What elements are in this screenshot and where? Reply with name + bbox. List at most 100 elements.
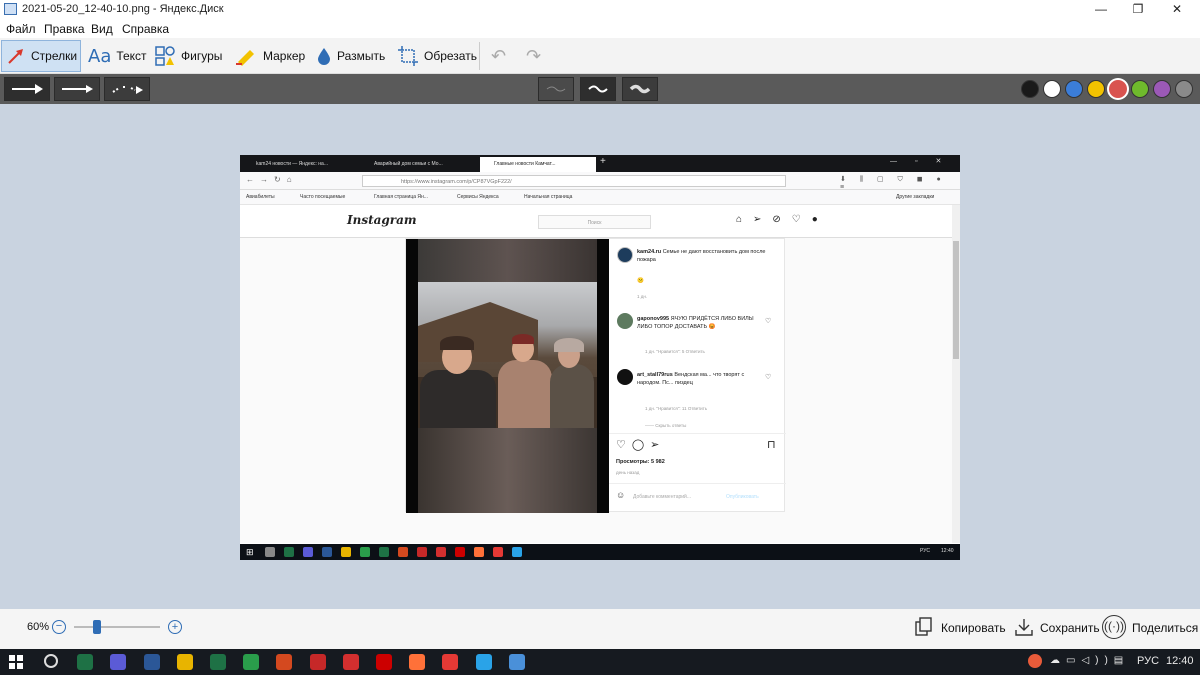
telegram-icon[interactable]: [475, 654, 492, 670]
copy-icon[interactable]: [914, 617, 934, 637]
post-comments: kam24.ru Семье не дают восстановить дом …: [609, 239, 786, 513]
thickness-thick[interactable]: [622, 77, 658, 101]
menu-view[interactable]: Вид: [91, 22, 113, 36]
start-button-icon[interactable]: [8, 654, 24, 670]
color-swatch[interactable]: [1087, 80, 1105, 98]
excel-icon[interactable]: [77, 654, 94, 670]
instagram-logo[interactable]: Instagram: [347, 213, 417, 227]
crop-icon: [398, 46, 418, 66]
url-input[interactable]: https://www.instagram.com/p/CP87VGpF222/: [362, 175, 786, 187]
emoji-icon[interactable]: ☺: [616, 490, 625, 500]
cs-icon[interactable]: [276, 654, 293, 670]
tool-text[interactable]: Aa Текст: [84, 40, 151, 72]
firefox-icon[interactable]: [409, 654, 426, 670]
window-title: 2021-05-20_12-40-10.png - Яндекс.Диск: [22, 3, 224, 15]
like-comment-icon[interactable]: ♡: [765, 317, 771, 325]
taskbar-app-icon: [360, 547, 370, 557]
yandex-icon[interactable]: [442, 654, 459, 670]
green-app-icon[interactable]: [243, 654, 260, 670]
new-tab-icon[interactable]: +: [600, 156, 606, 167]
instagram-nav-icons[interactable]: ⌂➢⊘♡●: [736, 214, 829, 225]
color-swatch[interactable]: [1153, 80, 1171, 98]
zoom-slider[interactable]: [74, 620, 160, 634]
zoom-in-icon[interactable]: +: [168, 620, 182, 634]
post-age: 1 дн.: [637, 294, 648, 299]
post-author[interactable]: kam24.ru: [637, 249, 661, 255]
menu-help[interactable]: Справка: [122, 22, 169, 36]
browser-tab[interactable]: kam24 новости — Яндекс: на...: [242, 157, 354, 172]
thickness-thin[interactable]: [538, 77, 574, 101]
opera-icon[interactable]: [342, 654, 359, 670]
zoom-out-icon[interactable]: −: [52, 620, 66, 634]
bookmarks-bar: Авиабилеты Часто посещаемые Главная стра…: [240, 190, 960, 205]
tray-app-icon[interactable]: [1028, 654, 1042, 668]
browser-window-controls[interactable]: —▫✕: [890, 157, 959, 165]
arrow-icon: [8, 49, 23, 64]
share-button[interactable]: Поделиться: [1132, 621, 1198, 635]
bookmark-item[interactable]: Сервисы Яндекса: [457, 194, 499, 200]
menu-edit[interactable]: Правка: [44, 22, 85, 36]
undo-icon[interactable]: ↶: [491, 46, 506, 67]
screenshot-image: kam24 новости — Яндекс: на... Аварийный …: [240, 155, 960, 560]
bookmark-item[interactable]: Часто посещаемые: [300, 194, 345, 200]
editor-toolbar: Стрелки Aa Текст Фигуры Маркер Размыть О…: [0, 38, 1200, 74]
taskbar-app-icon: [322, 547, 332, 557]
color-swatch[interactable]: [1043, 80, 1061, 98]
yandex-browser-icon[interactable]: [376, 654, 392, 670]
bookmark-item[interactable]: Авиабилеты: [246, 194, 275, 200]
tool-shapes[interactable]: Фигуры: [150, 40, 226, 72]
utorrent-icon[interactable]: [210, 654, 226, 670]
redo-icon[interactable]: ↷: [526, 46, 541, 67]
bookmark-other[interactable]: Другие закладки: [896, 194, 934, 200]
tray-clock[interactable]: 12:40: [1166, 655, 1194, 667]
avatar[interactable]: [617, 247, 633, 263]
bookmark-item[interactable]: Главная страница Ян...: [374, 194, 428, 200]
publish-button[interactable]: Опубликовать: [726, 494, 759, 500]
share-icon[interactable]: ((·)): [1102, 615, 1126, 639]
arrow-style-dotted[interactable]: [104, 77, 150, 101]
tool-blur[interactable]: Размыть: [312, 40, 389, 72]
comment-input[interactable]: Добавьте комментарий...: [633, 494, 691, 500]
menu-bar: Файл Правка Вид Справка: [0, 20, 1200, 38]
close-button[interactable]: ✕: [1154, 0, 1200, 20]
thickness-medium[interactable]: [580, 77, 616, 101]
color-swatch[interactable]: [1065, 80, 1083, 98]
post-action-icons[interactable]: ♡◯➢: [616, 438, 665, 451]
color-swatch[interactable]: [1021, 80, 1039, 98]
arrow-style-solid[interactable]: [4, 77, 50, 101]
browser-toolbar-icons[interactable]: ⬇ ⫼ ▢ ⛉ ◼ ● ≡: [840, 175, 960, 191]
screenshot-tool-icon[interactable]: [508, 654, 525, 670]
tool-marker[interactable]: Маркер: [230, 40, 309, 72]
tray-language[interactable]: РУС: [1137, 655, 1159, 667]
visual-studio-icon[interactable]: [110, 654, 127, 670]
browser-tab-active[interactable]: Главные новости Камчат...: [480, 157, 596, 172]
color-swatch[interactable]: [1131, 80, 1149, 98]
tray-system-icons[interactable]: ☁▭◁))▤: [1050, 655, 1129, 666]
bookmark-item[interactable]: Начальная страница: [524, 194, 572, 200]
color-swatch[interactable]: [1109, 80, 1127, 98]
arrow-style-thin[interactable]: [54, 77, 100, 101]
page-scrollbar[interactable]: [952, 205, 960, 543]
save-icon[interactable]: [1014, 617, 1034, 637]
hide-replies[interactable]: —— Скрыть ответы: [645, 423, 686, 428]
copy-button[interactable]: Копировать: [941, 621, 1006, 635]
tool-arrows[interactable]: Стрелки: [1, 40, 81, 72]
yandex-disk-icon[interactable]: [176, 654, 193, 670]
tool-crop[interactable]: Обрезать: [393, 40, 481, 72]
post-video[interactable]: [406, 239, 609, 513]
checkbox-app-icon[interactable]: [309, 654, 326, 670]
avatar[interactable]: [617, 369, 633, 385]
nav-arrows-icon[interactable]: ←→↻⌂: [246, 175, 298, 184]
avatar[interactable]: [617, 313, 633, 329]
save-button[interactable]: Сохранить: [1040, 621, 1100, 635]
word-icon[interactable]: [143, 654, 160, 670]
wifi-icon[interactable]: [44, 654, 58, 668]
browser-tab[interactable]: Аварийный дом семьи с Мо...: [360, 157, 476, 172]
menu-file[interactable]: Файл: [6, 22, 36, 36]
zoom-slider-thumb[interactable]: [93, 620, 101, 634]
instagram-search[interactable]: Поиск: [538, 215, 651, 229]
bookmark-icon[interactable]: ⊓: [767, 438, 776, 451]
post-caption: kam24.ru Семье не дают восстановить дом …: [637, 249, 766, 263]
like-comment-icon[interactable]: ♡: [765, 373, 771, 381]
color-swatch[interactable]: [1175, 80, 1193, 98]
